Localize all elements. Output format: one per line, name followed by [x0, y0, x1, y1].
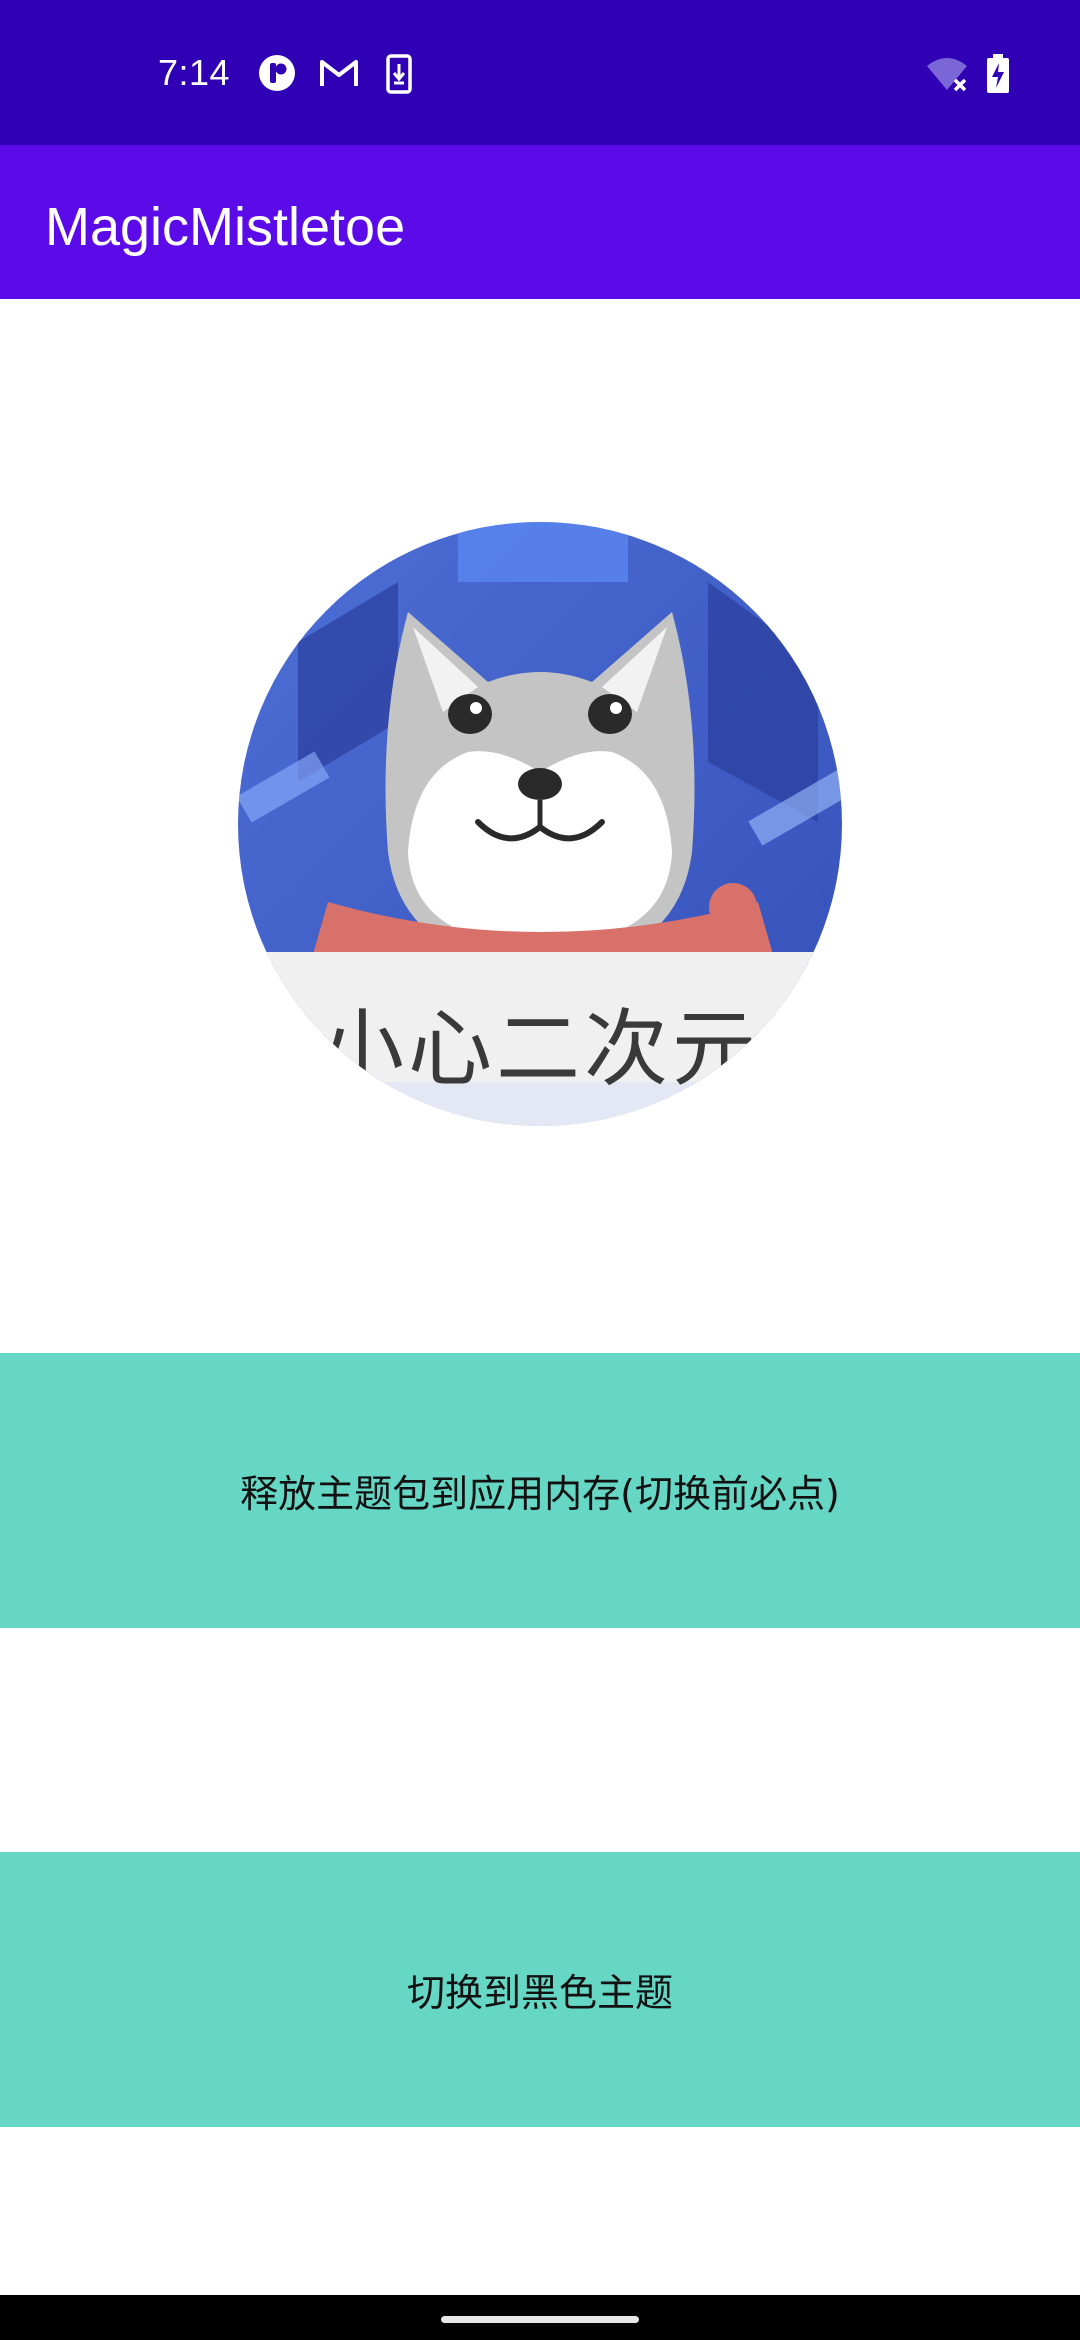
wifi-off-icon [925, 56, 969, 98]
avatar-image: 小心二次元 [238, 522, 842, 1126]
avatar-caption: 小心二次元 [319, 1000, 760, 1098]
status-time: 7:14 [158, 52, 231, 93]
status-bar: 7:14 [0, 0, 1080, 145]
release-theme-pack-button[interactable]: 释放主题包到应用内存(切换前必点) [0, 1353, 1080, 1628]
app-title: MagicMistletoe [45, 197, 406, 257]
download-icon [386, 54, 412, 98]
switch-to-black-theme-button[interactable]: 切换到黑色主题 [0, 1852, 1080, 2127]
gmail-icon [319, 58, 359, 92]
home-handle[interactable] [441, 2316, 639, 2323]
battery-charging-icon [986, 54, 1010, 98]
app-notification-icon [258, 54, 296, 96]
